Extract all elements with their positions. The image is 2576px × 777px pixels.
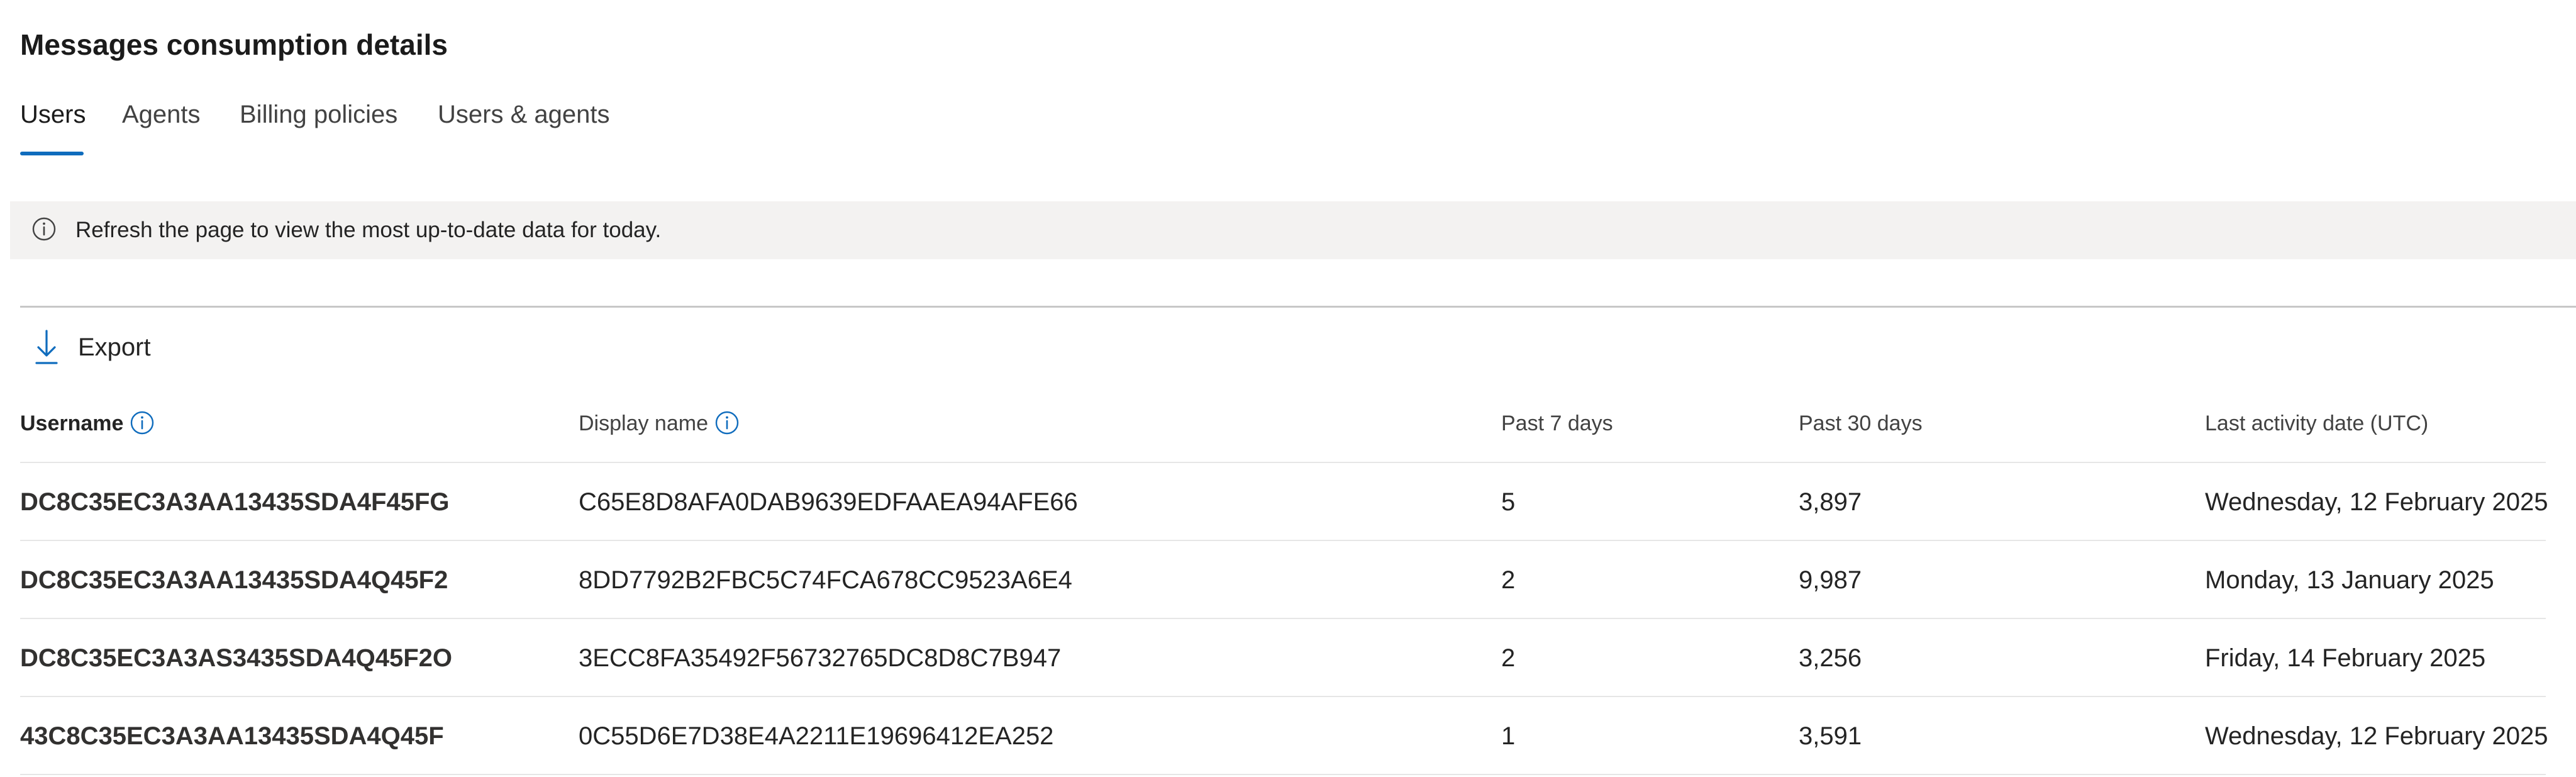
cell-display-name: 3ECC8FA35492F56732765DC8D8C7B947: [579, 644, 1062, 672]
username-info-icon[interactable]: [130, 410, 155, 435]
cell-last-activity: Wednesday, 12 February 2025: [2205, 722, 2548, 750]
display-name-info-icon[interactable]: [714, 410, 740, 435]
cell-username: 43C8C35EC3A3AA13435SDA4Q45F: [20, 722, 444, 750]
column-header-label: Display name: [579, 411, 708, 435]
tab-users[interactable]: Users: [20, 101, 86, 129]
tab-billing-policies[interactable]: Billing policies: [240, 101, 397, 129]
column-header-last-activity[interactable]: Last activity date (UTC): [2205, 411, 2428, 436]
cell-last-activity: Monday, 13 January 2025: [2205, 566, 2494, 594]
info-message-bar: Refresh the page to view the most up-to-…: [10, 201, 2576, 259]
column-header-username[interactable]: Username: [20, 411, 155, 436]
info-icon: [32, 217, 56, 241]
column-header-past-7-days[interactable]: Past 7 days: [1501, 411, 1613, 436]
cell-past-30-days: 3,591: [1799, 722, 1862, 750]
cell-past-7-days: 1: [1501, 722, 1516, 750]
cell-display-name: 0C55D6E7D38E4A2211E19696412EA252: [579, 722, 1054, 750]
cell-display-name: 8DD7792B2FBC5C74FCA678CC9523A6E4: [579, 566, 1072, 594]
cell-past-7-days: 5: [1501, 488, 1516, 516]
row-divider: [20, 696, 2546, 697]
row-divider: [20, 774, 2546, 775]
column-header-past-30-days[interactable]: Past 30 days: [1799, 411, 1923, 436]
column-header-label: Username: [20, 411, 124, 435]
info-message-text: Refresh the page to view the most up-to-…: [75, 218, 662, 242]
row-divider: [20, 618, 2546, 619]
page-title: Messages consumption details: [20, 28, 448, 61]
cell-last-activity: Wednesday, 12 February 2025: [2205, 488, 2548, 516]
cell-past-7-days: 2: [1501, 566, 1516, 594]
cell-past-30-days: 9,987: [1799, 566, 1862, 594]
cell-display-name: C65E8D8AFA0DAB9639EDFAAEA94AFE66: [579, 488, 1078, 516]
row-divider: [20, 540, 2546, 541]
cell-username: DC8C35EC3A3AA13435SDA4Q45F2: [20, 566, 448, 594]
cell-username: DC8C35EC3A3AS3435SDA4Q45F2O: [20, 644, 452, 672]
download-icon: [35, 330, 58, 364]
cell-past-30-days: 3,256: [1799, 644, 1862, 672]
tab-users-and-agents[interactable]: Users & agents: [438, 101, 609, 129]
cell-username: DC8C35EC3A3AA13435SDA4F45FG: [20, 488, 450, 516]
active-tab-indicator: [20, 152, 84, 155]
header-divider: [20, 462, 2546, 463]
column-header-display-name[interactable]: Display name: [579, 411, 740, 436]
export-label: Export: [78, 333, 151, 361]
section-divider: [20, 306, 2576, 308]
cell-past-30-days: 3,897: [1799, 488, 1862, 516]
tab-agents[interactable]: Agents: [122, 101, 201, 129]
cell-last-activity: Friday, 14 February 2025: [2205, 644, 2486, 672]
cell-past-7-days: 2: [1501, 644, 1516, 672]
